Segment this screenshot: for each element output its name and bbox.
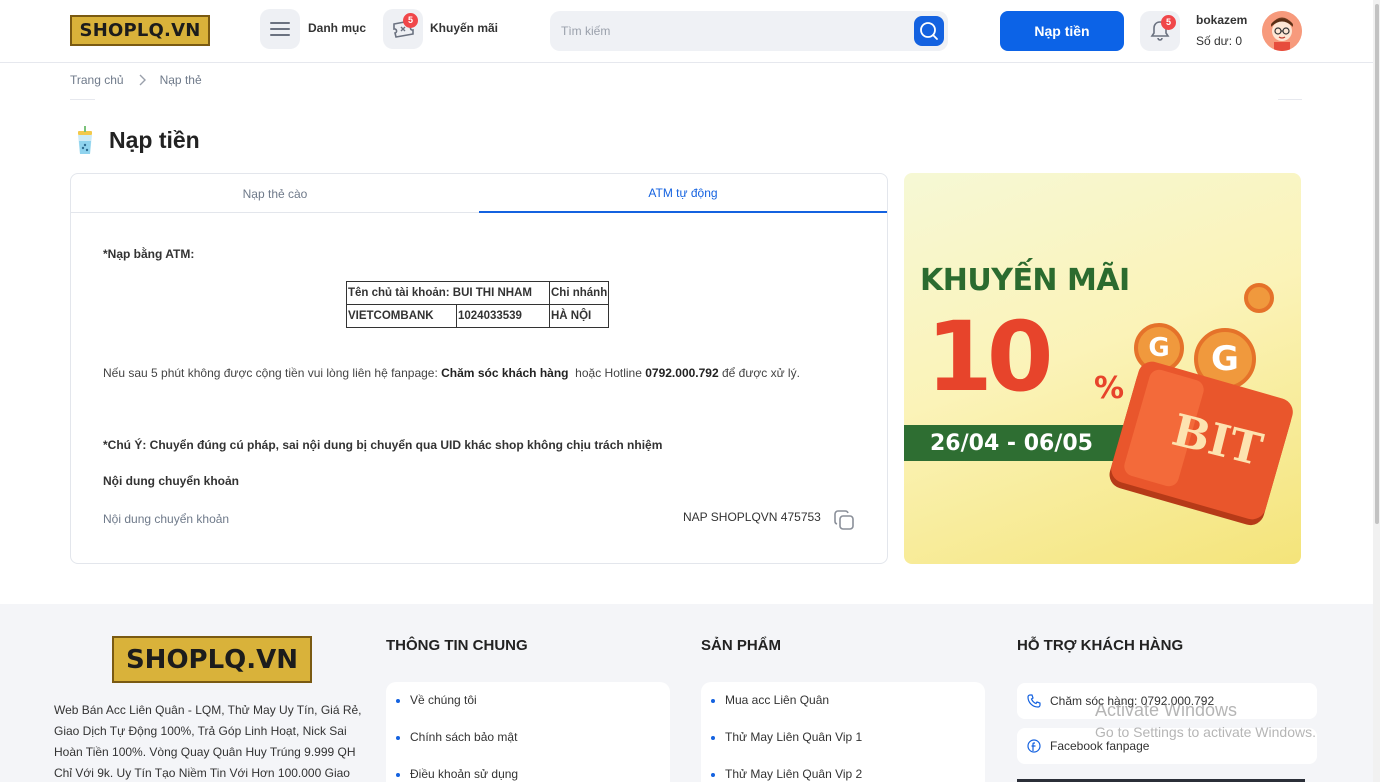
promo-label[interactable]: Khuyến mãi xyxy=(430,21,498,35)
tab-atm-auto[interactable]: ATM tự động xyxy=(479,174,887,213)
link-terms[interactable]: Điều khoản sử dụng xyxy=(395,767,518,781)
site-footer: SHOPLQ.VN Web Bán Acc Liên Quân - LQM, T… xyxy=(0,604,1380,782)
support-facebook-text: Facebook fanpage xyxy=(1050,739,1150,753)
tab-bar: Nạp thẻ cào ATM tự động xyxy=(71,174,887,213)
atm-heading: *Nạp bằng ATM: xyxy=(103,247,195,261)
notification-badge: 5 xyxy=(1161,15,1176,30)
account-holder-cell: Tên chủ tài khoản: BUI THI NHAM xyxy=(346,281,550,305)
branch-header-cell: Chi nhánh xyxy=(548,281,610,305)
warning-text: *Chú Ý: Chuyển đúng cú pháp, sai nội dun… xyxy=(103,438,663,452)
drink-cup-icon xyxy=(78,126,92,154)
divider-left xyxy=(70,99,95,100)
logo-text: SHOPLQ.VN xyxy=(79,20,201,41)
table-row: VIETCOMBANK 1024033539 HÀ NỘI xyxy=(346,304,610,328)
username[interactable]: bokazem xyxy=(1196,13,1247,27)
product-links-box: Mua acc Liên Quân Thử May Liên Quân Vip … xyxy=(701,682,985,782)
avatar-face-icon xyxy=(1262,11,1302,51)
footer-description: Web Bán Acc Liên Quân - LQM, Thử May Uy … xyxy=(54,703,362,780)
page-title: Nạp tiền xyxy=(109,127,200,153)
divider-right xyxy=(1278,99,1302,100)
coin-small-icon xyxy=(1244,283,1274,313)
bank-info-table: Tên chủ tài khoản: BUI THI NHAM Chi nhán… xyxy=(346,281,610,328)
hotline-number: 0792.000.792 xyxy=(645,366,719,380)
content-label: Nội dung chuyển khoản xyxy=(103,512,230,526)
link-lucky-vip2[interactable]: Thử May Liên Quân Vip 2 xyxy=(710,767,862,781)
content-heading: Nội dung chuyển khoản xyxy=(103,474,240,488)
promo-title: KHUYẾN MÃI xyxy=(920,263,1130,298)
scrollbar-thumb[interactable] xyxy=(1375,4,1379,524)
avatar[interactable] xyxy=(1262,11,1302,51)
site-logo[interactable]: SHOPLQ.VN xyxy=(70,15,210,46)
balance: Số dư: 0 xyxy=(1196,34,1243,48)
link-privacy[interactable]: Chính sách bảo mật xyxy=(395,730,517,744)
promo-banner[interactable]: G G KHUYẾN MÃI 10 % 26/04 - 06/05 BIT xyxy=(904,173,1301,564)
deposit-card: Nạp thẻ cào ATM tự động *Nạp bằng ATM: T… xyxy=(70,173,888,564)
menu-button[interactable] xyxy=(260,9,300,49)
promo-dates: 26/04 - 06/05 xyxy=(930,431,1093,456)
tab-scratch-card[interactable]: Nạp thẻ cào xyxy=(71,174,479,213)
support-note: Nếu sau 5 phút không được cộng tiền vui … xyxy=(103,366,800,380)
fanpage-link[interactable]: Chăm sóc khách hàng xyxy=(441,366,568,380)
support-heading: HỖ TRỢ KHÁCH HÀNG xyxy=(1017,637,1184,654)
footer-logo-text: SHOPLQ.VN xyxy=(125,644,299,675)
account-number-cell: 1024033539 xyxy=(456,304,550,328)
bank-name-cell: VIETCOMBANK xyxy=(346,304,457,328)
deposit-button[interactable]: Nạp tiền xyxy=(1000,11,1124,51)
products-heading: SẢN PHẨM xyxy=(701,637,782,654)
promo-percent-sign: % xyxy=(1094,371,1125,406)
note-suffix: để được xử lý. xyxy=(718,366,800,380)
branch-value-cell: HÀ NỘI xyxy=(548,304,610,328)
hamburger-icon xyxy=(270,22,290,36)
windows-watermark-subtitle: Go to Settings to activate Windows. xyxy=(1095,724,1316,740)
windows-watermark-title: Activate Windows xyxy=(1095,700,1238,720)
search-input[interactable] xyxy=(561,21,901,41)
search-button[interactable] xyxy=(914,16,944,46)
phone-icon xyxy=(1027,694,1041,708)
footer-logo[interactable]: SHOPLQ.VN xyxy=(112,636,312,683)
general-links-box: Về chúng tôi Chính sách bảo mật Điều kho… xyxy=(386,682,670,782)
facebook-icon xyxy=(1027,739,1041,753)
chevron-right-icon xyxy=(138,74,146,86)
breadcrumb-home[interactable]: Trang chủ xyxy=(70,73,124,87)
breadcrumb-current: Nạp thẻ xyxy=(159,73,202,87)
promo-button[interactable] xyxy=(383,9,423,49)
link-about[interactable]: Về chúng tôi xyxy=(396,693,477,707)
menu-label[interactable]: Danh mục xyxy=(308,21,366,35)
search-icon xyxy=(920,22,938,40)
general-heading: THÔNG TIN CHUNG xyxy=(386,637,528,654)
site-header: SHOPLQ.VN Danh mục 5 Khuyến mãi Nạp tiền… xyxy=(0,0,1380,63)
promo-percent: 10 xyxy=(926,301,1054,413)
link-lucky-vip1[interactable]: Thử May Liên Quân Vip 1 xyxy=(710,730,862,744)
note-middle: hoặc Hotline xyxy=(568,366,646,380)
search-bar xyxy=(550,11,948,51)
note-prefix: Nếu sau 5 phút không được cộng tiền vui … xyxy=(103,366,442,380)
breadcrumb: Trang chủ Nạp thẻ xyxy=(70,73,202,87)
copy-icon[interactable] xyxy=(833,509,855,531)
promo-badge: 5 xyxy=(403,13,418,28)
link-buy-account[interactable]: Mua acc Liên Quân xyxy=(710,693,829,707)
content-value: NAP SHOPLQVN 475753 xyxy=(683,510,821,524)
table-row: Tên chủ tài khoản: BUI THI NHAM Chi nhán… xyxy=(346,281,610,305)
